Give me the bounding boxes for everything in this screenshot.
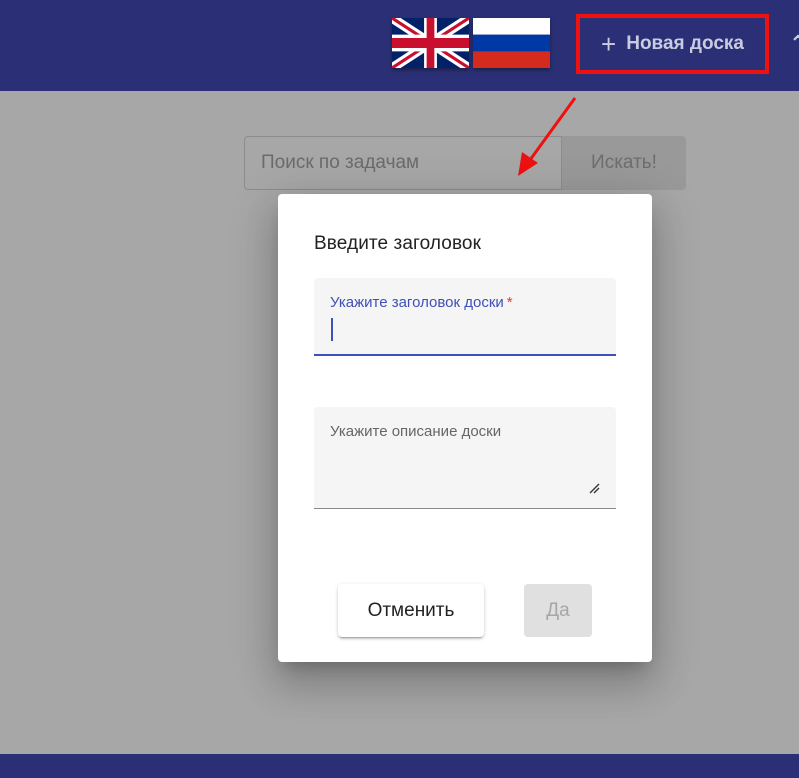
- search-placeholder: Поиск по задачам: [261, 152, 420, 173]
- top-app-bar: + Новая доска ⌃: [0, 0, 799, 91]
- required-mark: *: [506, 294, 513, 311]
- confirm-button-label: Да: [546, 599, 570, 621]
- cancel-button[interactable]: Отменить: [338, 584, 484, 637]
- cancel-button-label: Отменить: [367, 599, 455, 621]
- board-description-field[interactable]: Укажите описание доски: [314, 407, 616, 509]
- board-description-label: Укажите описание доски: [330, 423, 502, 440]
- uk-flag-icon[interactable]: [392, 18, 469, 68]
- search-input[interactable]: Поиск по задачам: [244, 136, 562, 190]
- account-icon[interactable]: ⌃: [789, 33, 799, 55]
- search-button-label: Искать!: [591, 152, 657, 173]
- new-board-button[interactable]: + Новая доска: [576, 14, 769, 74]
- search-button[interactable]: Искать!: [562, 136, 686, 190]
- board-title-field[interactable]: Укажите заголовок доски *: [314, 278, 616, 356]
- bottom-bar: [0, 754, 799, 778]
- plus-icon: +: [601, 29, 617, 59]
- russia-flag-icon[interactable]: [473, 18, 550, 68]
- board-title-label: Укажите заголовок доски *: [330, 294, 513, 311]
- confirm-button[interactable]: Да: [524, 584, 592, 637]
- text-cursor: [331, 318, 333, 341]
- dialog-title: Введите заголовок: [314, 233, 482, 254]
- new-board-label: Новая доска: [626, 33, 744, 54]
- resize-handle-icon[interactable]: [588, 482, 600, 494]
- new-board-dialog: Введите заголовок Укажите заголовок доск…: [278, 194, 652, 662]
